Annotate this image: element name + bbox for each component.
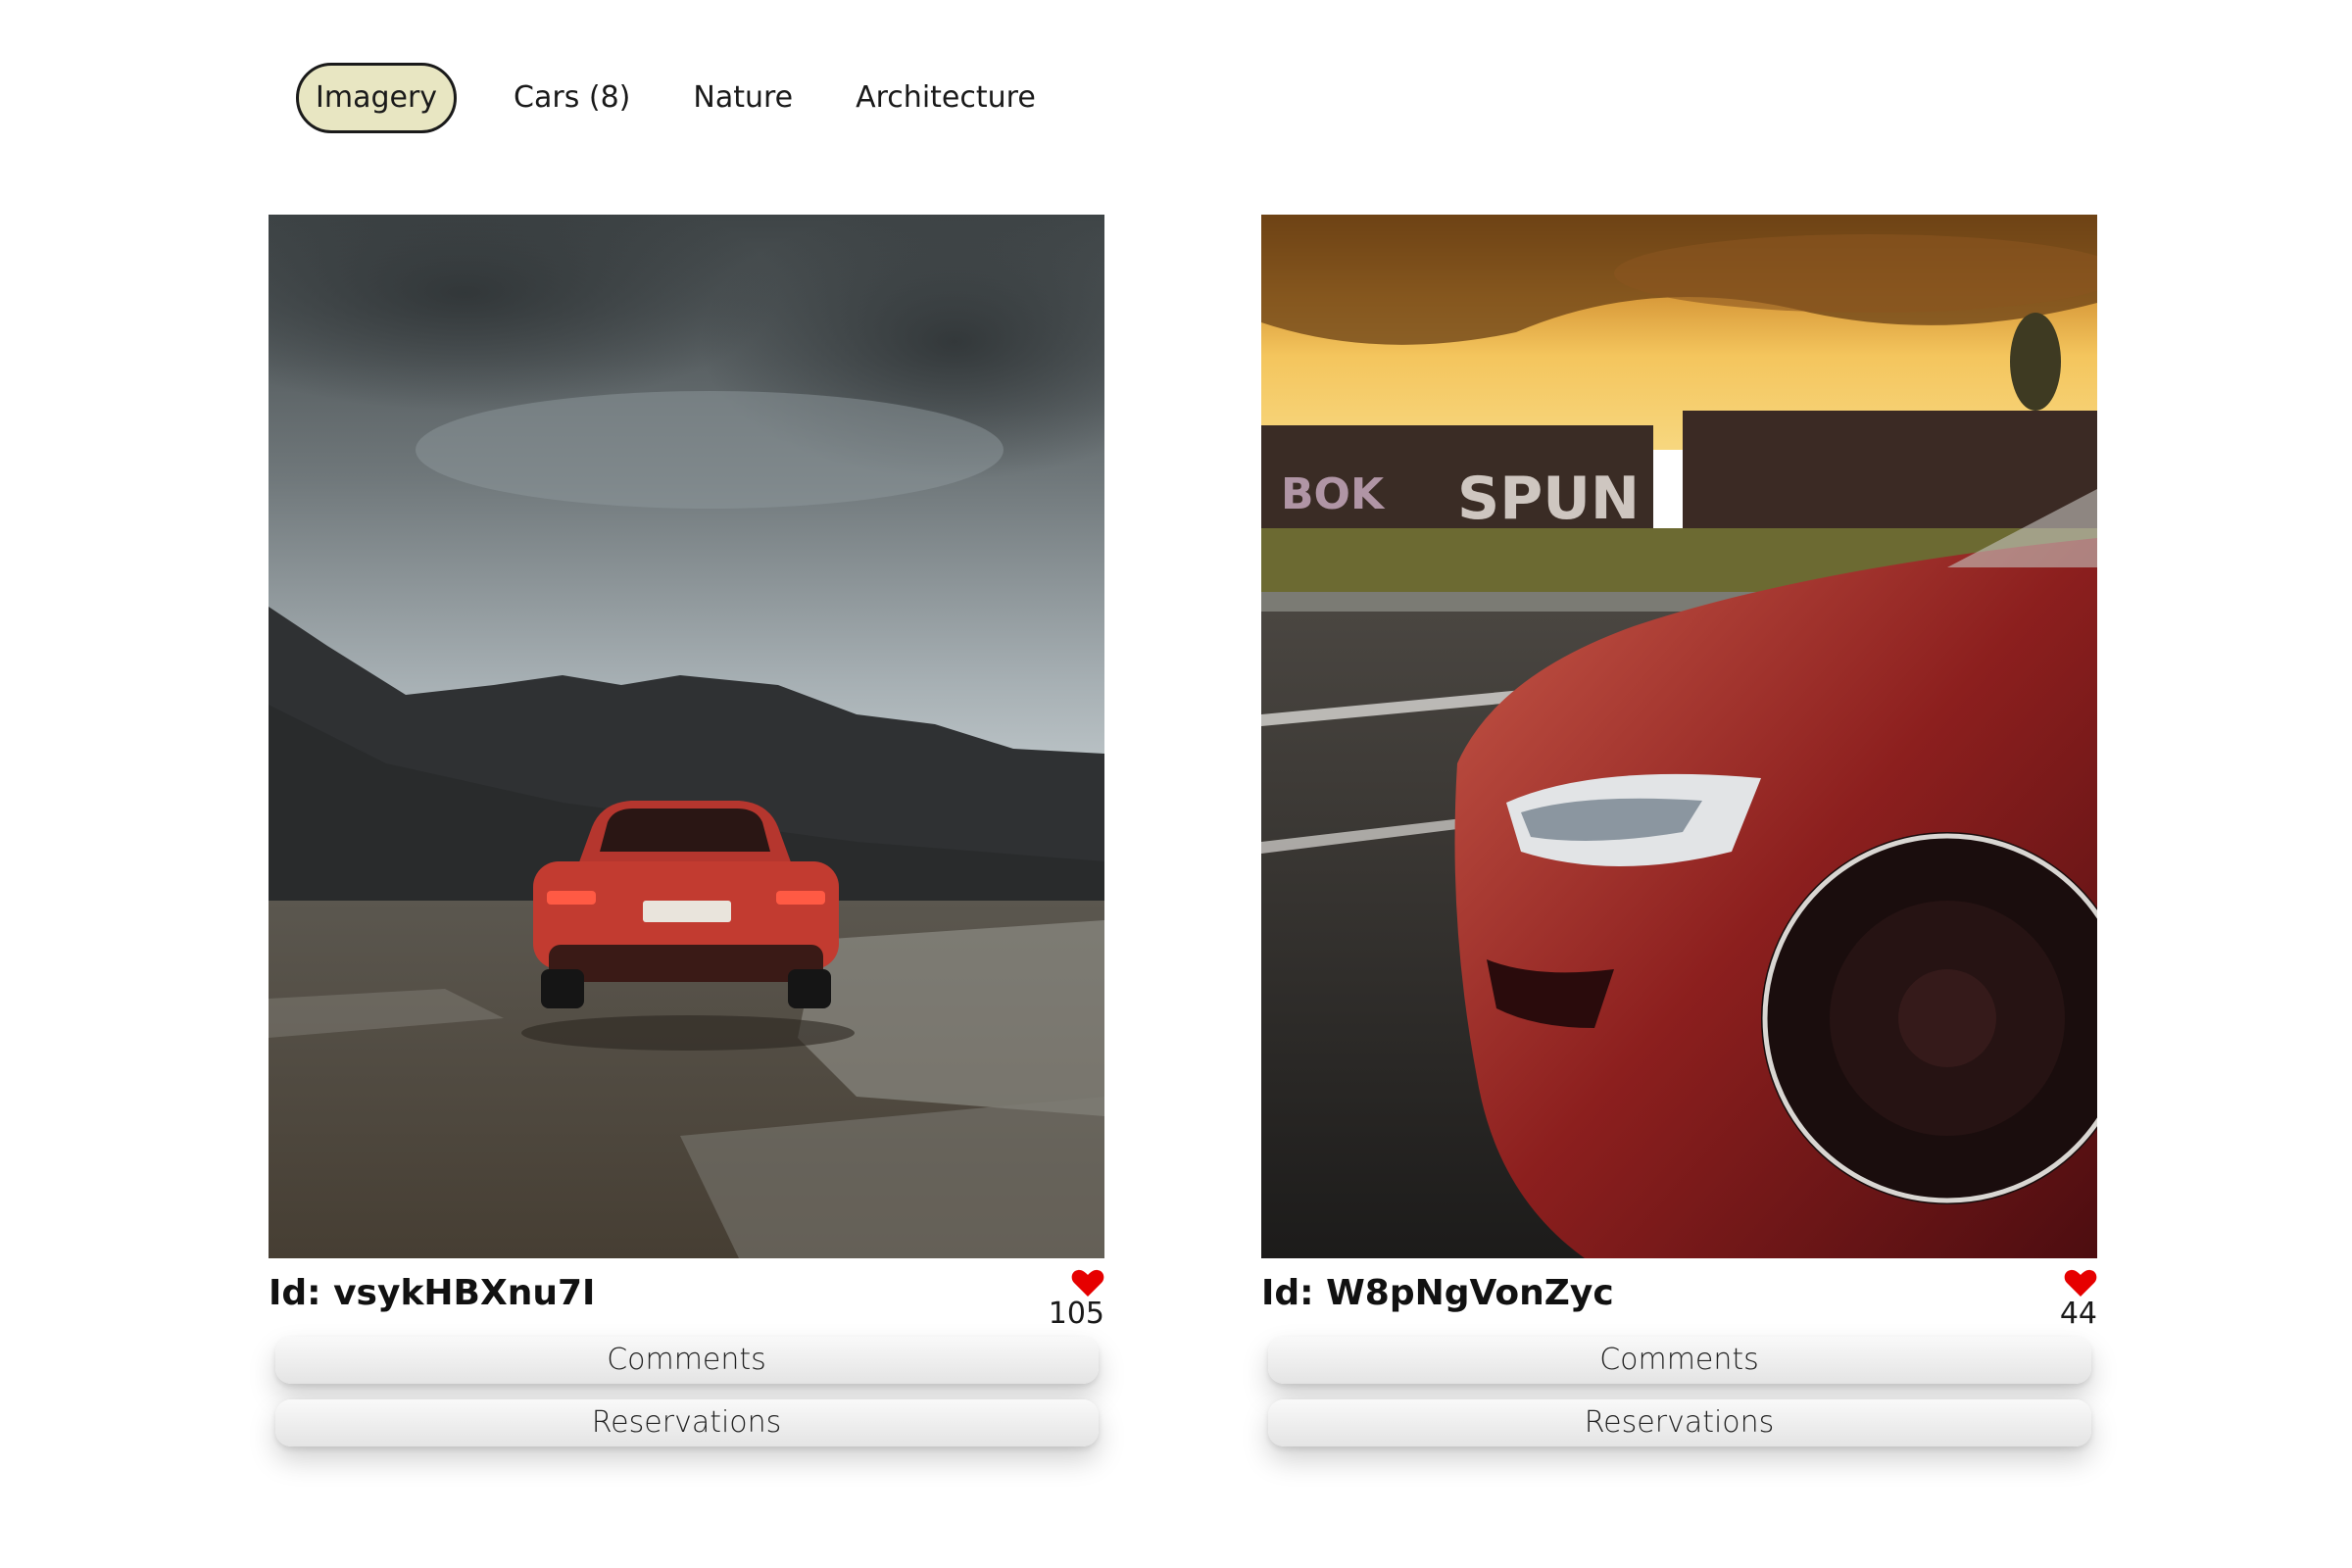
comments-button[interactable]: Comments xyxy=(1267,1337,2091,1384)
tab-architecture[interactable]: Architecture xyxy=(856,78,1036,118)
comments-button[interactable]: Comments xyxy=(274,1337,1099,1384)
card-meta: Id: vsykHBXnu7I 105 xyxy=(269,1258,1104,1343)
image-id: Id: W8pNgVonZyc xyxy=(1261,1273,1614,1313)
reservations-button[interactable]: Reservations xyxy=(274,1399,1099,1446)
heart-icon[interactable] xyxy=(1071,1268,1104,1298)
card-actions: Comments Reservations xyxy=(1261,1337,2097,1446)
svg-text:BOK: BOK xyxy=(1281,469,1386,519)
heart-icon[interactable] xyxy=(2064,1268,2097,1298)
category-nav: Imagery Cars (8) Nature Architecture xyxy=(296,63,1036,133)
likes: 105 xyxy=(1049,1268,1104,1331)
card-actions: Comments Reservations xyxy=(269,1337,1104,1446)
image-card: SPUN BOK Id: W8pNgVonZyc 44 Comments Res… xyxy=(1261,215,2097,1468)
image-id: Id: vsykHBXnu7I xyxy=(269,1273,596,1313)
car-photo[interactable] xyxy=(269,215,1104,1258)
likes: 44 xyxy=(2060,1268,2097,1331)
car-photo[interactable]: SPUN BOK xyxy=(1261,215,2097,1258)
card-meta: Id: W8pNgVonZyc 44 xyxy=(1261,1258,2097,1343)
like-count: 105 xyxy=(1048,1297,1104,1331)
car-photo-image: SPUN BOK xyxy=(1261,215,2097,1258)
svg-text:SPUN: SPUN xyxy=(1457,465,1640,533)
car-photo-image xyxy=(269,215,1104,1258)
tab-nature[interactable]: Nature xyxy=(693,78,793,118)
tab-cars[interactable]: Cars (8) xyxy=(514,78,630,118)
like-count: 44 xyxy=(2059,1297,2097,1331)
tab-imagery[interactable]: Imagery xyxy=(296,63,458,133)
page: Imagery Cars (8) Nature Architecture Id:… xyxy=(0,0,2352,1568)
reservations-button[interactable]: Reservations xyxy=(1267,1399,2091,1446)
image-card: Id: vsykHBXnu7I 105 Comments Reservation… xyxy=(269,215,1104,1468)
